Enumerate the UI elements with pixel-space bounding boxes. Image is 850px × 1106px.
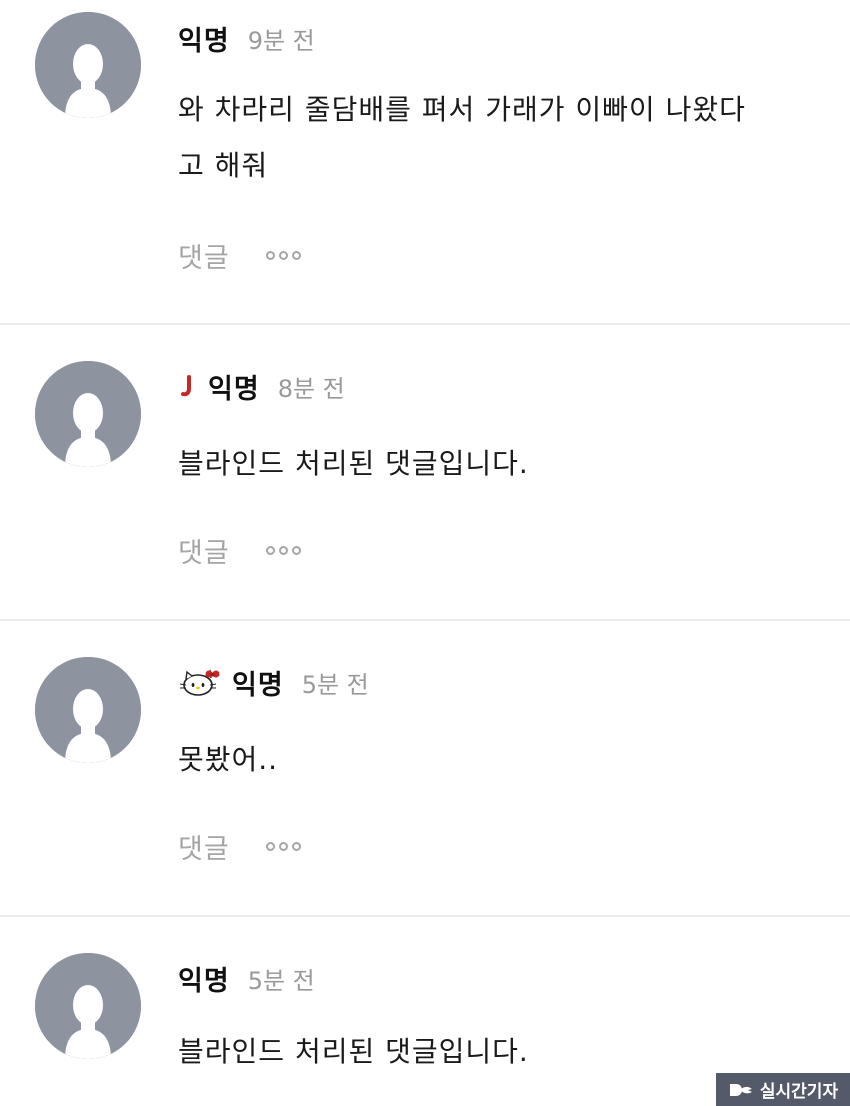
default-profile-icon xyxy=(35,12,141,118)
watermark: 실시간기자 xyxy=(716,1073,850,1106)
comment-time: 5분 전 xyxy=(247,966,315,995)
author-name[interactable]: 익명 xyxy=(232,663,284,702)
author-name[interactable]: 익명 xyxy=(178,959,230,998)
comment-time: 9분 전 xyxy=(247,26,315,55)
more-dots-icon[interactable] xyxy=(265,545,301,555)
more-dots-icon[interactable] xyxy=(265,841,301,851)
default-profile-icon xyxy=(35,953,141,1059)
avatar[interactable] xyxy=(35,361,141,467)
comment-text: 블라인드 처리된 댓글입니다. xyxy=(178,436,818,492)
comment-list: 익명 9분 전 와 차라리 줄담배를 펴서 가래가 이빠이 나왔다 고 해줘 댓… xyxy=(0,0,850,1106)
comment-meta: 익명 9분 전 xyxy=(178,18,315,58)
reply-button[interactable]: 댓글 xyxy=(178,531,230,570)
author-name[interactable]: 익명 xyxy=(208,367,260,406)
comment-text-line: 못봤어.. xyxy=(178,743,279,776)
avatar[interactable] xyxy=(35,12,141,118)
comment-text-line: 블라인드 처리된 댓글입니다. xyxy=(178,1035,529,1068)
reply-button[interactable]: 댓글 xyxy=(178,827,230,866)
default-profile-icon xyxy=(35,361,141,467)
comment-time: 8분 전 xyxy=(277,374,345,403)
hello-kitty-icon xyxy=(178,667,222,697)
default-profile-icon xyxy=(35,657,141,763)
author-name[interactable]: 익명 xyxy=(178,19,230,58)
j-letter-icon xyxy=(178,375,194,397)
more-dots-icon[interactable] xyxy=(265,250,301,260)
comment-text-line: 블라인드 처리된 댓글입니다. xyxy=(178,447,529,480)
divider xyxy=(0,323,850,325)
divider xyxy=(0,915,850,917)
comment-text: 와 차라리 줄담배를 펴서 가래가 이빠이 나왔다 고 해줘 xyxy=(178,82,818,194)
comment-meta: 익명 8분 전 xyxy=(178,366,345,406)
comment-meta: 익명 5분 전 xyxy=(178,662,369,702)
reply-button[interactable]: 댓글 xyxy=(178,236,230,275)
comment-actions: 댓글 xyxy=(178,826,301,866)
watermark-text: 실시간기자 xyxy=(759,1082,839,1102)
reporter-logo-icon xyxy=(729,1083,752,1096)
comment-meta: 익명 5분 전 xyxy=(178,958,315,998)
comment-text-line: 와 차라리 줄담배를 펴서 가래가 이빠이 나왔다 xyxy=(178,93,746,126)
avatar[interactable] xyxy=(35,657,141,763)
comment-actions: 댓글 xyxy=(178,530,301,570)
comment-text: 블라인드 처리된 댓글입니다. xyxy=(178,1024,818,1080)
comment-actions: 댓글 xyxy=(178,235,301,275)
comment-text: 못봤어.. xyxy=(178,732,818,788)
comment-time: 5분 전 xyxy=(301,670,369,699)
comment-text-line: 고 해줘 xyxy=(178,149,269,182)
avatar[interactable] xyxy=(35,953,141,1059)
divider xyxy=(0,619,850,621)
